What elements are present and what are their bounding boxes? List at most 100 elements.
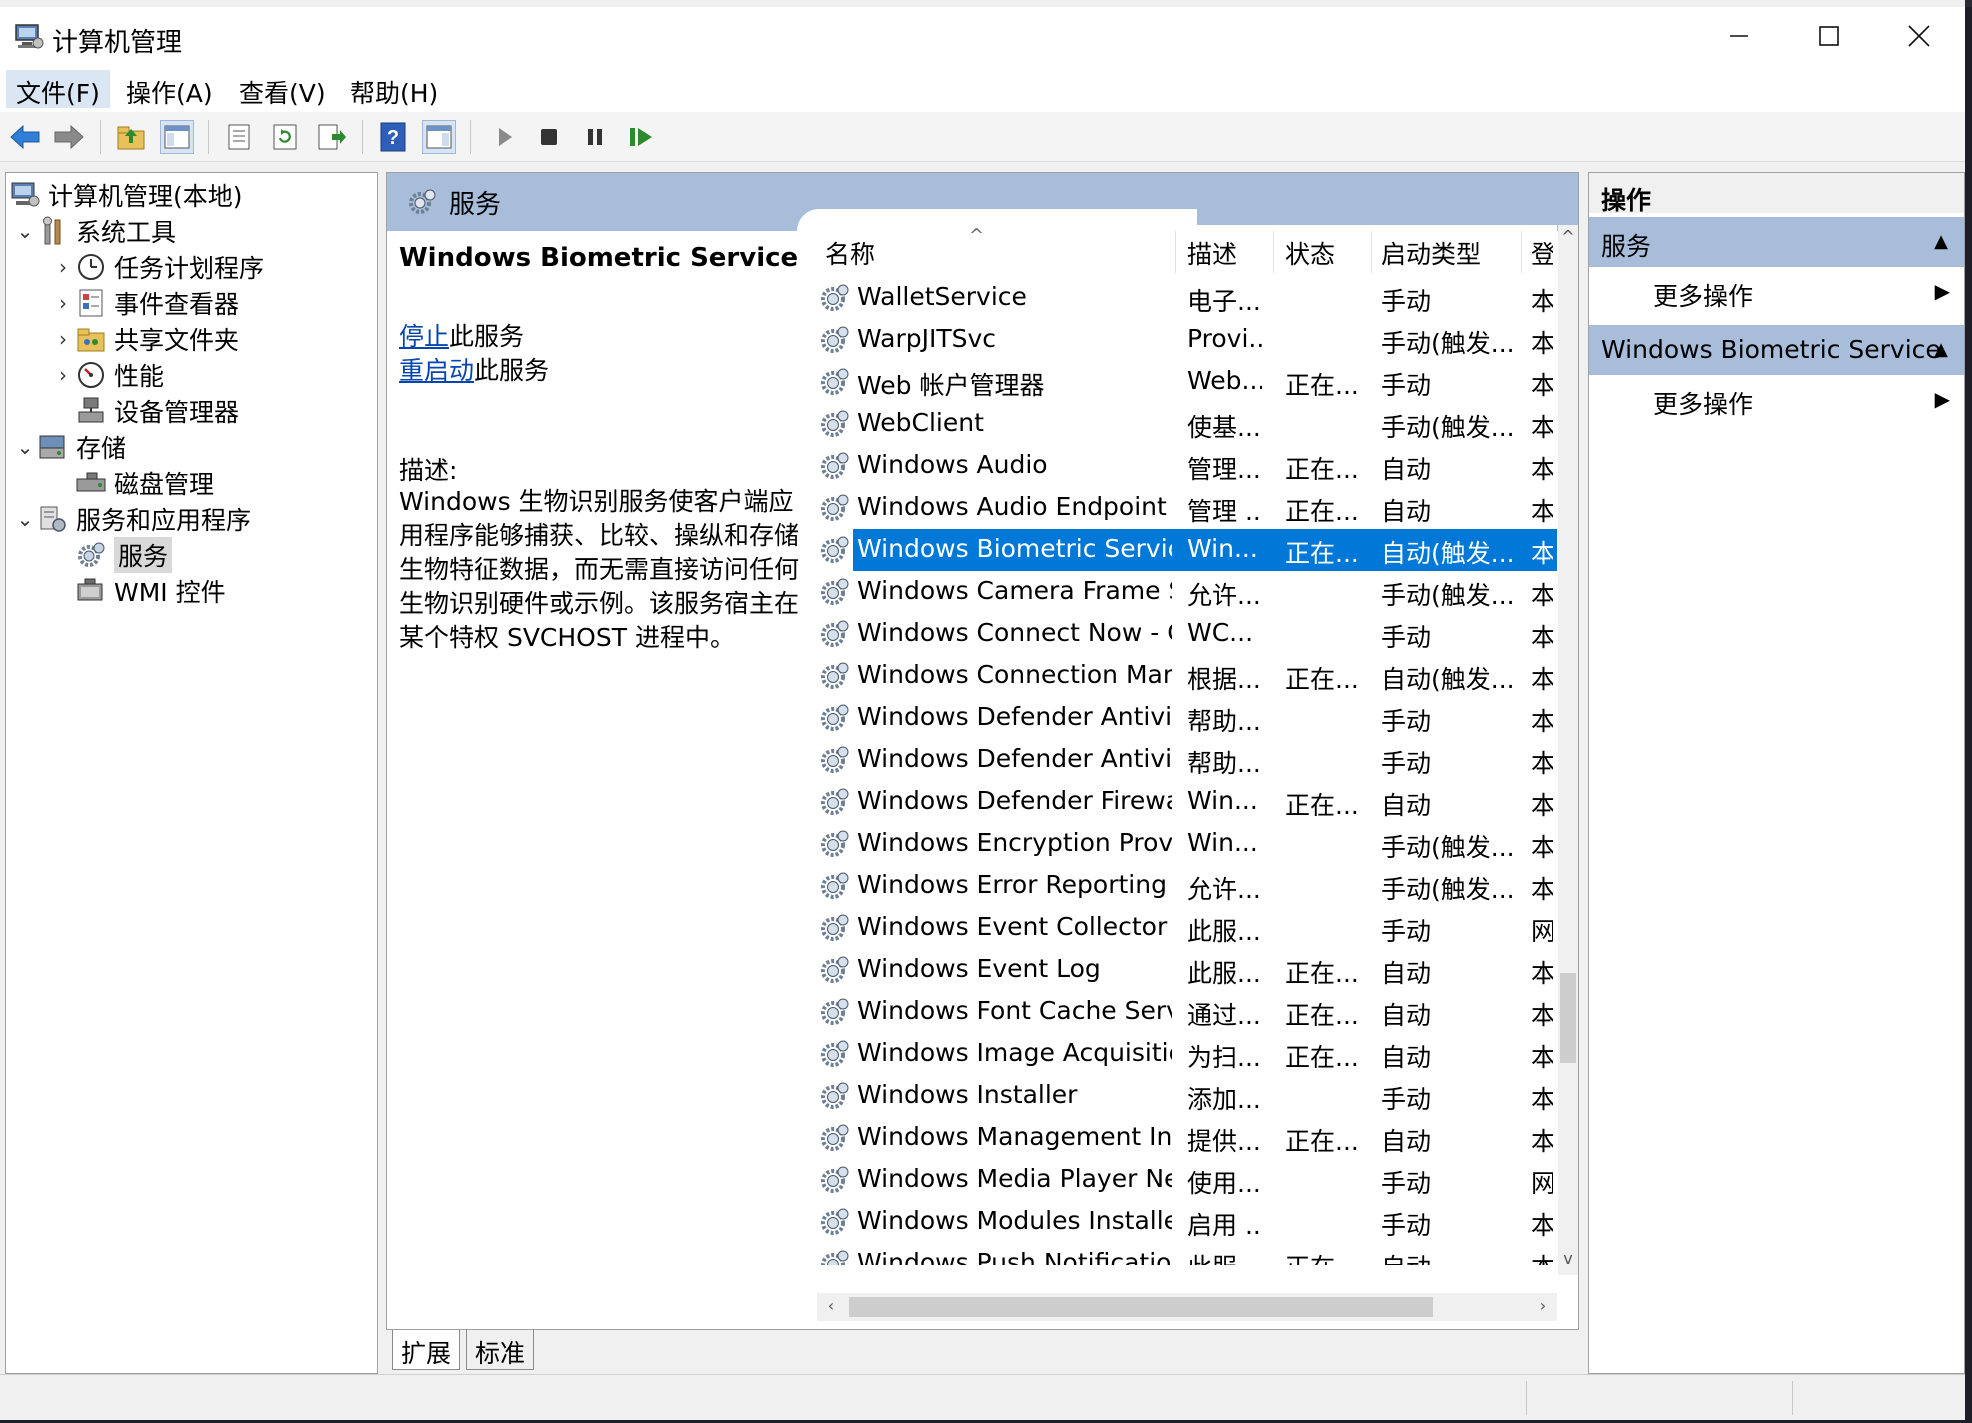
close-button[interactable] <box>1874 7 1964 65</box>
table-row[interactable]: Windows Defender Firewall Win... 正在... 自动 本 <box>817 781 1557 823</box>
table-row[interactable]: Windows Camera Frame S... 允许... 手动(触发... 本 <box>817 571 1557 613</box>
column-header-description[interactable]: 描述 <box>1187 235 1237 271</box>
minimize-button[interactable] <box>1694 7 1784 65</box>
tree-label: 性能 <box>114 362 165 391</box>
cell-startup-type: 手动 <box>1381 1169 1432 1198</box>
menu-file[interactable]: 文件(F) <box>6 70 110 108</box>
table-row[interactable]: Windows Event Log 此服... 正在... 自动 本 <box>817 949 1557 991</box>
scroll-down-icon[interactable]: v <box>1558 1249 1578 1268</box>
show-hide-tree-button[interactable] <box>160 120 194 154</box>
scroll-up-icon[interactable]: ^ <box>1558 227 1578 246</box>
submenu-arrow-icon[interactable]: ▶ <box>1935 387 1950 411</box>
refresh-button[interactable] <box>268 120 302 154</box>
collapse-up-icon[interactable]: ▲ <box>1934 231 1948 252</box>
table-row[interactable]: Windows Biometric Service Win... 正在... 自动(触… <box>817 529 1557 571</box>
export-list-button[interactable] <box>314 120 348 154</box>
forward-button[interactable] <box>52 120 86 154</box>
action-group-services[interactable]: 服务 ▲ <box>1589 217 1964 267</box>
table-row[interactable]: Windows Encryption Provid... Win... 手动(触发.… <box>817 823 1557 865</box>
tree-item-performance[interactable]: › 性能 <box>52 357 164 393</box>
chevron-down-icon[interactable]: ⌄ <box>14 435 36 459</box>
table-row[interactable]: WebClient 使基... 手动(触发... 本 <box>817 403 1557 445</box>
tree-item-device-manager[interactable]: 设备管理器 <box>74 393 239 429</box>
table-row[interactable]: Windows Management Ins... 提供... 正在... 自动 本 <box>817 1117 1557 1159</box>
table-row[interactable]: Windows Defender Antivir... 帮助... 手动 本 <box>817 739 1557 781</box>
chevron-down-icon[interactable]: ⌄ <box>14 219 36 243</box>
tree-item-storage[interactable]: ⌄ 存储 <box>14 429 126 465</box>
more-actions-selected-service[interactable]: 更多操作 <box>1653 385 1753 421</box>
menu-view[interactable]: 查看(V) <box>229 70 336 108</box>
tree-item-services-apps[interactable]: ⌄ 服务和应用程序 <box>14 501 251 537</box>
chevron-down-icon[interactable]: ⌄ <box>14 507 36 531</box>
back-button[interactable] <box>8 120 42 154</box>
tree-item-root[interactable]: 计算机管理(本地) <box>8 177 243 213</box>
tree-item-services[interactable]: 服务 <box>74 537 173 573</box>
column-divider[interactable] <box>1175 231 1176 273</box>
chevron-right-icon[interactable]: › <box>52 363 74 387</box>
table-row[interactable]: Windows Image Acquisitio... 为扫... 正在... 自动 本 <box>817 1033 1557 1075</box>
scroll-left-icon[interactable]: ‹ <box>821 1296 841 1315</box>
tree-item-disk-management[interactable]: 磁盘管理 <box>74 465 214 501</box>
stop-service-button[interactable] <box>532 120 566 154</box>
table-row[interactable]: Windows Installer 添加... 手动 本 <box>817 1075 1557 1117</box>
column-header-logon[interactable]: 登 <box>1531 235 1553 271</box>
column-divider[interactable] <box>1521 231 1522 273</box>
tree-item-event-viewer[interactable]: › 事件查看器 <box>52 285 239 321</box>
column-header-startup-type[interactable]: 启动类型 <box>1381 235 1481 271</box>
column-divider[interactable] <box>1371 231 1372 273</box>
vertical-scrollbar[interactable]: ^ v <box>1558 225 1578 1275</box>
show-action-pane-button[interactable] <box>422 120 456 154</box>
help-button[interactable]: ? <box>376 120 410 154</box>
tree-item-shared-folders[interactable]: › 共享文件夹 <box>52 321 239 357</box>
chevron-right-icon[interactable]: › <box>52 255 74 279</box>
up-level-button[interactable] <box>114 120 148 154</box>
table-row[interactable]: Windows Defender Antivir... 帮助... 手动 本 <box>817 697 1557 739</box>
maximize-button[interactable] <box>1784 7 1874 65</box>
table-row[interactable]: Web 帐户管理器 Web... 正在... 手动 本 <box>817 361 1557 403</box>
tree-item-system-tools[interactable]: ⌄ 系统工具 <box>14 213 176 249</box>
chevron-right-icon[interactable]: › <box>52 327 74 351</box>
tree-item-wmi[interactable]: WMI 控件 <box>74 573 226 609</box>
start-service-button[interactable] <box>488 120 522 154</box>
menu-action[interactable]: 操作(A) <box>116 70 223 108</box>
table-row[interactable]: Windows Connect Now - C... WC... 手动 本 <box>817 613 1557 655</box>
menu-help[interactable]: 帮助(H) <box>340 70 448 108</box>
vertical-scroll-thumb[interactable] <box>1560 973 1576 1063</box>
stop-service-suffix: 此服务 <box>449 322 525 351</box>
table-row[interactable]: Windows Audio Endpoint B... 管理 ... 正在... 自动… <box>817 487 1557 529</box>
submenu-arrow-icon[interactable]: ▶ <box>1935 279 1950 303</box>
table-row[interactable]: WarpJITSvc Provi... 手动(触发... 本 <box>817 319 1557 361</box>
collapse-up-icon[interactable]: ▲ <box>1934 339 1948 360</box>
more-actions-services[interactable]: 更多操作 <box>1653 277 1753 313</box>
horizontal-scroll-thumb[interactable] <box>849 1297 1433 1317</box>
column-header-status[interactable]: 状态 <box>1285 235 1335 271</box>
cell-name: Windows Camera Frame S... <box>857 576 1172 605</box>
table-row[interactable]: Windows Modules Installer 启用 ... 手动 本 <box>817 1201 1557 1243</box>
table-row[interactable]: Windows Media Player Net... 使用... 手动 网 <box>817 1159 1557 1201</box>
table-row[interactable]: Windows Error Reporting S... 允许... 手动(触发..… <box>817 865 1557 907</box>
table-row[interactable]: Windows Connection Man... 根据... 正在... 自动(触发… <box>817 655 1557 697</box>
cell-name: WalletService <box>857 282 1027 311</box>
table-row[interactable]: Windows Font Cache Servi... 通过... 正在... 自动 本 <box>817 991 1557 1033</box>
scroll-right-icon[interactable]: › <box>1533 1296 1553 1315</box>
cell-startup-type: 自动(触发... <box>1381 665 1515 694</box>
table-row[interactable]: Windows Push Notification... 此服... 正在... 自动… <box>817 1243 1557 1265</box>
cell-description: 根据... <box>1187 665 1261 694</box>
chevron-right-icon[interactable]: › <box>52 291 74 315</box>
column-divider[interactable] <box>1273 231 1274 273</box>
action-group-selected-service[interactable]: Windows Biometric Service ▲ <box>1589 325 1964 375</box>
table-row[interactable]: WalletService 电子... 手动 本 <box>817 277 1557 319</box>
table-row[interactable]: Windows Audio 管理... 正在... 自动 本 <box>817 445 1557 487</box>
horizontal-scrollbar[interactable]: ‹ › <box>817 1293 1557 1321</box>
column-header-name[interactable]: 名称 <box>825 235 875 271</box>
restart-service-link[interactable]: 重启动 <box>399 356 474 385</box>
stop-service-link[interactable]: 停止 <box>399 322 449 351</box>
tree-item-task-scheduler[interactable]: › 任务计划程序 <box>52 249 264 285</box>
tab-standard[interactable]: 标准 <box>466 1330 535 1370</box>
properties-button[interactable] <box>222 120 256 154</box>
service-gear-icon <box>821 1208 849 1235</box>
table-row[interactable]: Windows Event Collector 此服... 手动 网 <box>817 907 1557 949</box>
restart-service-button[interactable] <box>624 120 658 154</box>
pause-service-button[interactable] <box>578 120 612 154</box>
tab-extended[interactable]: 扩展 <box>392 1330 461 1370</box>
